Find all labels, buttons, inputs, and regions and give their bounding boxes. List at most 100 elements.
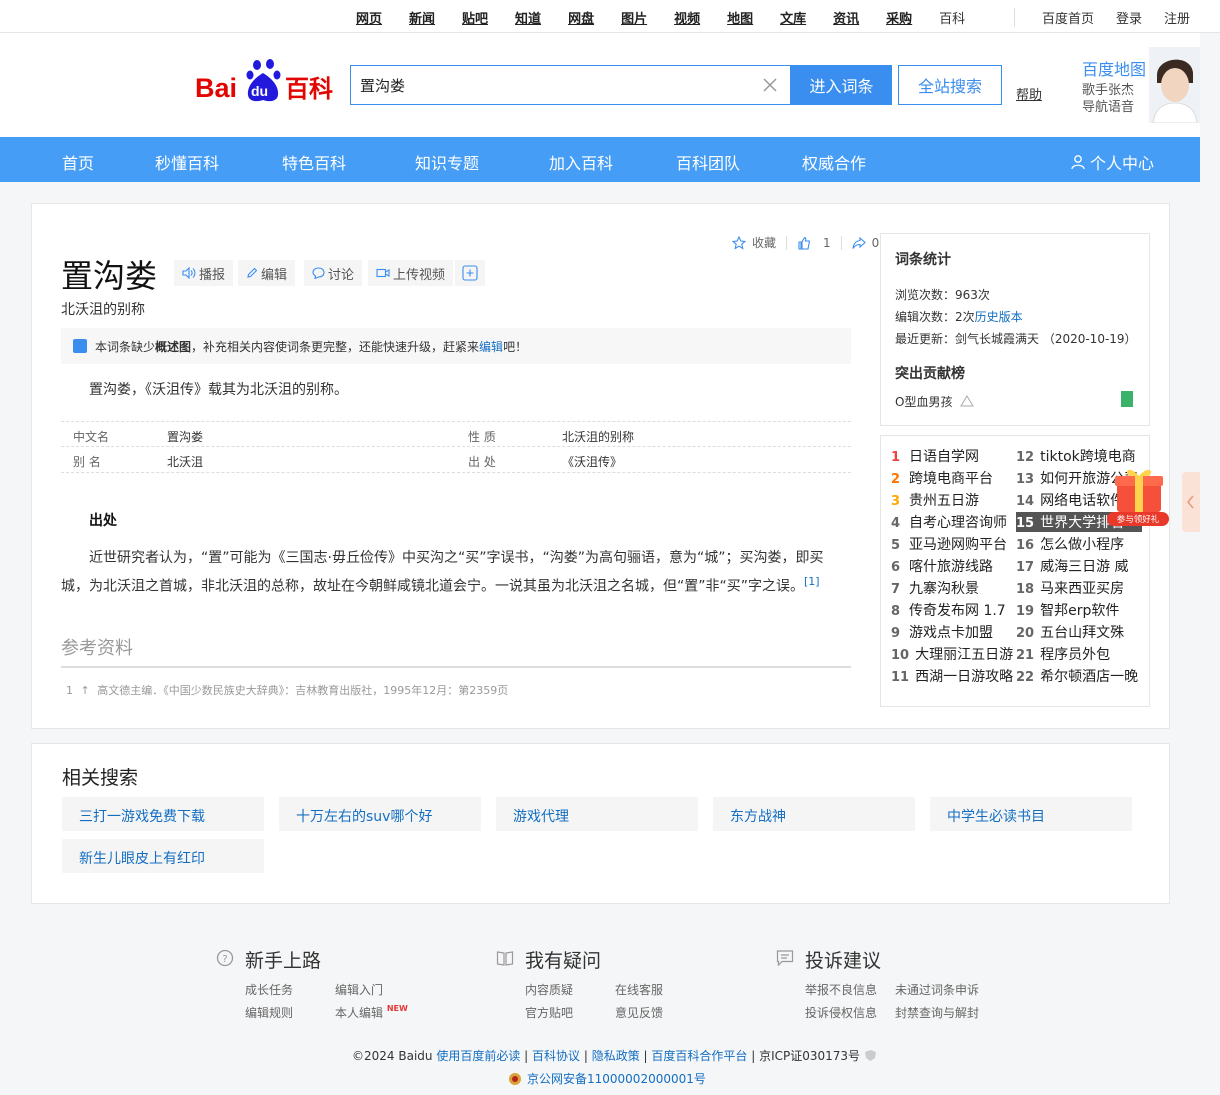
hot-search-item[interactable]: 5 亚马逊网购平台 [891, 534, 1015, 554]
topnav-map[interactable]: 地图 [727, 8, 753, 27]
bookmark-icon[interactable] [1121, 391, 1133, 407]
nav-team[interactable]: 百科团队 [676, 150, 740, 174]
footer-link[interactable]: 本人编辑 NEW [335, 1004, 408, 1021]
contributor-name[interactable]: O型血男孩 [895, 393, 975, 410]
hot-search-item[interactable]: 9 游戏点卡加盟 [891, 622, 1015, 642]
related-title: 相关搜索 [62, 767, 139, 789]
topnav-tieba[interactable]: 贴吧 [462, 8, 488, 27]
read-before-use-link[interactable]: 使用百度前必读 [436, 1049, 520, 1063]
topnav-purchase[interactable]: 采购 [886, 8, 912, 27]
hot-search-item[interactable]: 16 怎么做小程序 [1016, 534, 1142, 554]
enter-entry-button[interactable]: 进入词条 [791, 65, 892, 105]
svg-text:参与领好礼: 参与领好礼 [1117, 514, 1160, 525]
nav-join[interactable]: 加入百科 [549, 150, 613, 174]
hot-search-item[interactable]: 4 自考心理咨询师 [891, 512, 1015, 532]
hot-search-item[interactable]: 12 tiktok跨境电商 [1016, 446, 1142, 466]
related-item[interactable]: 东方战神 [713, 797, 915, 831]
hot-search-item[interactable]: 20 五台山拜文殊 [1016, 622, 1142, 642]
edit-button[interactable]: 编辑 [238, 260, 296, 286]
topnav-pan[interactable]: 网盘 [568, 8, 594, 27]
discuss-button[interactable]: 讨论 [304, 260, 363, 286]
thumbs-up-icon[interactable] [797, 236, 811, 250]
user-icon [1071, 155, 1085, 170]
related-item[interactable]: 中学生必读书目 [930, 797, 1132, 831]
user-center-label: 个人中心 [1090, 154, 1155, 173]
hot-search-item[interactable]: 21 程序员外包 [1016, 644, 1142, 664]
footer-link[interactable]: 封禁查询与解封 [895, 1004, 979, 1021]
hot-rank-number: 10 [891, 648, 910, 663]
arrow-up-icon[interactable]: ↑ [81, 684, 90, 697]
topnav-web[interactable]: 网页 [356, 8, 382, 27]
baike-agreement-link[interactable]: 百科协议 [532, 1049, 580, 1063]
hot-search-item[interactable]: 6 喀什旅游线路 [891, 556, 1015, 576]
hot-search-item[interactable]: 11 西湖一日游攻略 [891, 666, 1015, 686]
footer-link[interactable]: 官方贴吧 [525, 1004, 573, 1021]
hot-search-item[interactable]: 1 日语自学网 [891, 446, 1015, 466]
topnav-info[interactable]: 资讯 [833, 8, 859, 27]
footer-link[interactable]: 成长任务 [245, 981, 293, 998]
hot-search-item[interactable]: 7 九寨沟秋景 [891, 578, 1015, 598]
footer-link[interactable]: 编辑入门 [335, 981, 383, 998]
privacy-policy-link[interactable]: 隐私政策 [592, 1049, 640, 1063]
footer-link[interactable]: 内容质疑 [525, 981, 573, 998]
hot-search-item[interactable]: 19 智邦erp软件 [1016, 600, 1142, 620]
close-icon[interactable] [760, 75, 780, 95]
broadcast-button[interactable]: 播报 [174, 260, 234, 286]
nav-home[interactable]: 首页 [62, 150, 94, 174]
notice-edit-link[interactable]: 编辑 [479, 340, 503, 354]
hot-search-item[interactable]: 17 威海三日游 威 [1016, 556, 1142, 576]
baidu-home-link[interactable]: 百度首页 [1042, 8, 1094, 27]
add-button[interactable] [455, 260, 485, 286]
section-paragraph: 近世研究者认为，“置”可能为《三国志·毋丘俭传》中买沟之“买”字误书，“沟娄”为… [61, 546, 831, 599]
help-link[interactable]: 帮助 [1016, 84, 1042, 103]
hot-search-item[interactable]: 10 大理丽江五日游 [891, 644, 1015, 664]
topnav-news[interactable]: 新闻 [409, 8, 435, 27]
hot-search-item[interactable]: 3 贵州五日游 [891, 490, 1015, 510]
hot-rank-number: 16 [1016, 538, 1035, 553]
topnav-image[interactable]: 图片 [621, 8, 647, 27]
hot-search-item[interactable]: 8 传奇发布网 1.7 [891, 600, 1015, 620]
hot-search-item[interactable]: 18 马来西亚买房 [1016, 578, 1142, 598]
site-search-button[interactable]: 全站搜索 [898, 65, 1002, 105]
nav-topics[interactable]: 知识专题 [415, 150, 479, 174]
history-link[interactable]: 历史版本 [975, 310, 1023, 324]
hot-search-item[interactable]: 22 希尔顿酒店一晚 [1016, 666, 1142, 686]
footer-link[interactable]: 在线客服 [615, 981, 663, 998]
info-name: 别 名 [73, 455, 101, 469]
police-record[interactable]: 京公网安备11000002000001号 [508, 1070, 706, 1087]
upload-video-button[interactable]: 上传视频 [368, 260, 454, 286]
hot-search-item[interactable]: 2 跨境电商平台 [891, 468, 1015, 488]
map-voice-ad[interactable]: 百度地图 歌手张杰 导航语音 [1072, 47, 1200, 123]
reference-mark[interactable]: [1] [804, 575, 820, 588]
nav-featured[interactable]: 特色百科 [282, 150, 346, 174]
footer-link[interactable]: 意见反馈 [615, 1004, 663, 1021]
nav-miaodong[interactable]: 秒懂百科 [155, 150, 219, 174]
footer-link[interactable]: 投诉侵权信息 [805, 1004, 877, 1021]
cooperation-platform-link[interactable]: 百度百科合作平台 [651, 1049, 747, 1063]
related-item[interactable]: 游戏代理 [496, 797, 698, 831]
share-icon[interactable] [852, 236, 866, 250]
hot-rank-number: 8 [891, 604, 901, 619]
nav-user-center[interactable]: 个人中心 [1070, 150, 1154, 174]
footer-link[interactable]: 未通过词条申诉 [895, 981, 979, 998]
topnav-video[interactable]: 视频 [674, 8, 700, 27]
baidu-baike-logo[interactable]: Bai du 百科 [195, 57, 340, 105]
collect-label[interactable]: 收藏 [752, 234, 776, 251]
star-icon[interactable] [732, 235, 746, 250]
footer-link[interactable]: 编辑规则 [245, 1004, 293, 1021]
paragraph-text: 近世研究者认为，“置”可能为《三国志·毋丘俭传》中买沟之“买”字误书，“沟娄”为… [61, 550, 824, 595]
related-item[interactable]: 三打一游戏免费下载 [62, 797, 264, 831]
nav-cooperation[interactable]: 权威合作 [802, 150, 866, 174]
gift-box-icon[interactable]: 参与领好礼 [1105, 464, 1169, 530]
reference-item: 1 ↑ 高文德主编．《中国少数民族史大辞典》：吉林教育出版社，1995年12月：… [66, 682, 508, 698]
related-item[interactable]: 十万左右的suv哪个好 [279, 797, 481, 831]
related-item[interactable]: 新生儿眼皮上有红印 [62, 839, 264, 873]
topnav-zhidao[interactable]: 知道 [515, 8, 541, 27]
login-link[interactable]: 登录 [1116, 8, 1142, 27]
side-collapse-tab[interactable] [1182, 472, 1200, 532]
register-link[interactable]: 注册 [1164, 8, 1190, 27]
search-input[interactable] [351, 66, 751, 104]
hot-rank-number: 3 [891, 494, 901, 509]
topnav-wenku[interactable]: 文库 [780, 8, 806, 27]
footer-link[interactable]: 举报不良信息 [805, 981, 877, 998]
